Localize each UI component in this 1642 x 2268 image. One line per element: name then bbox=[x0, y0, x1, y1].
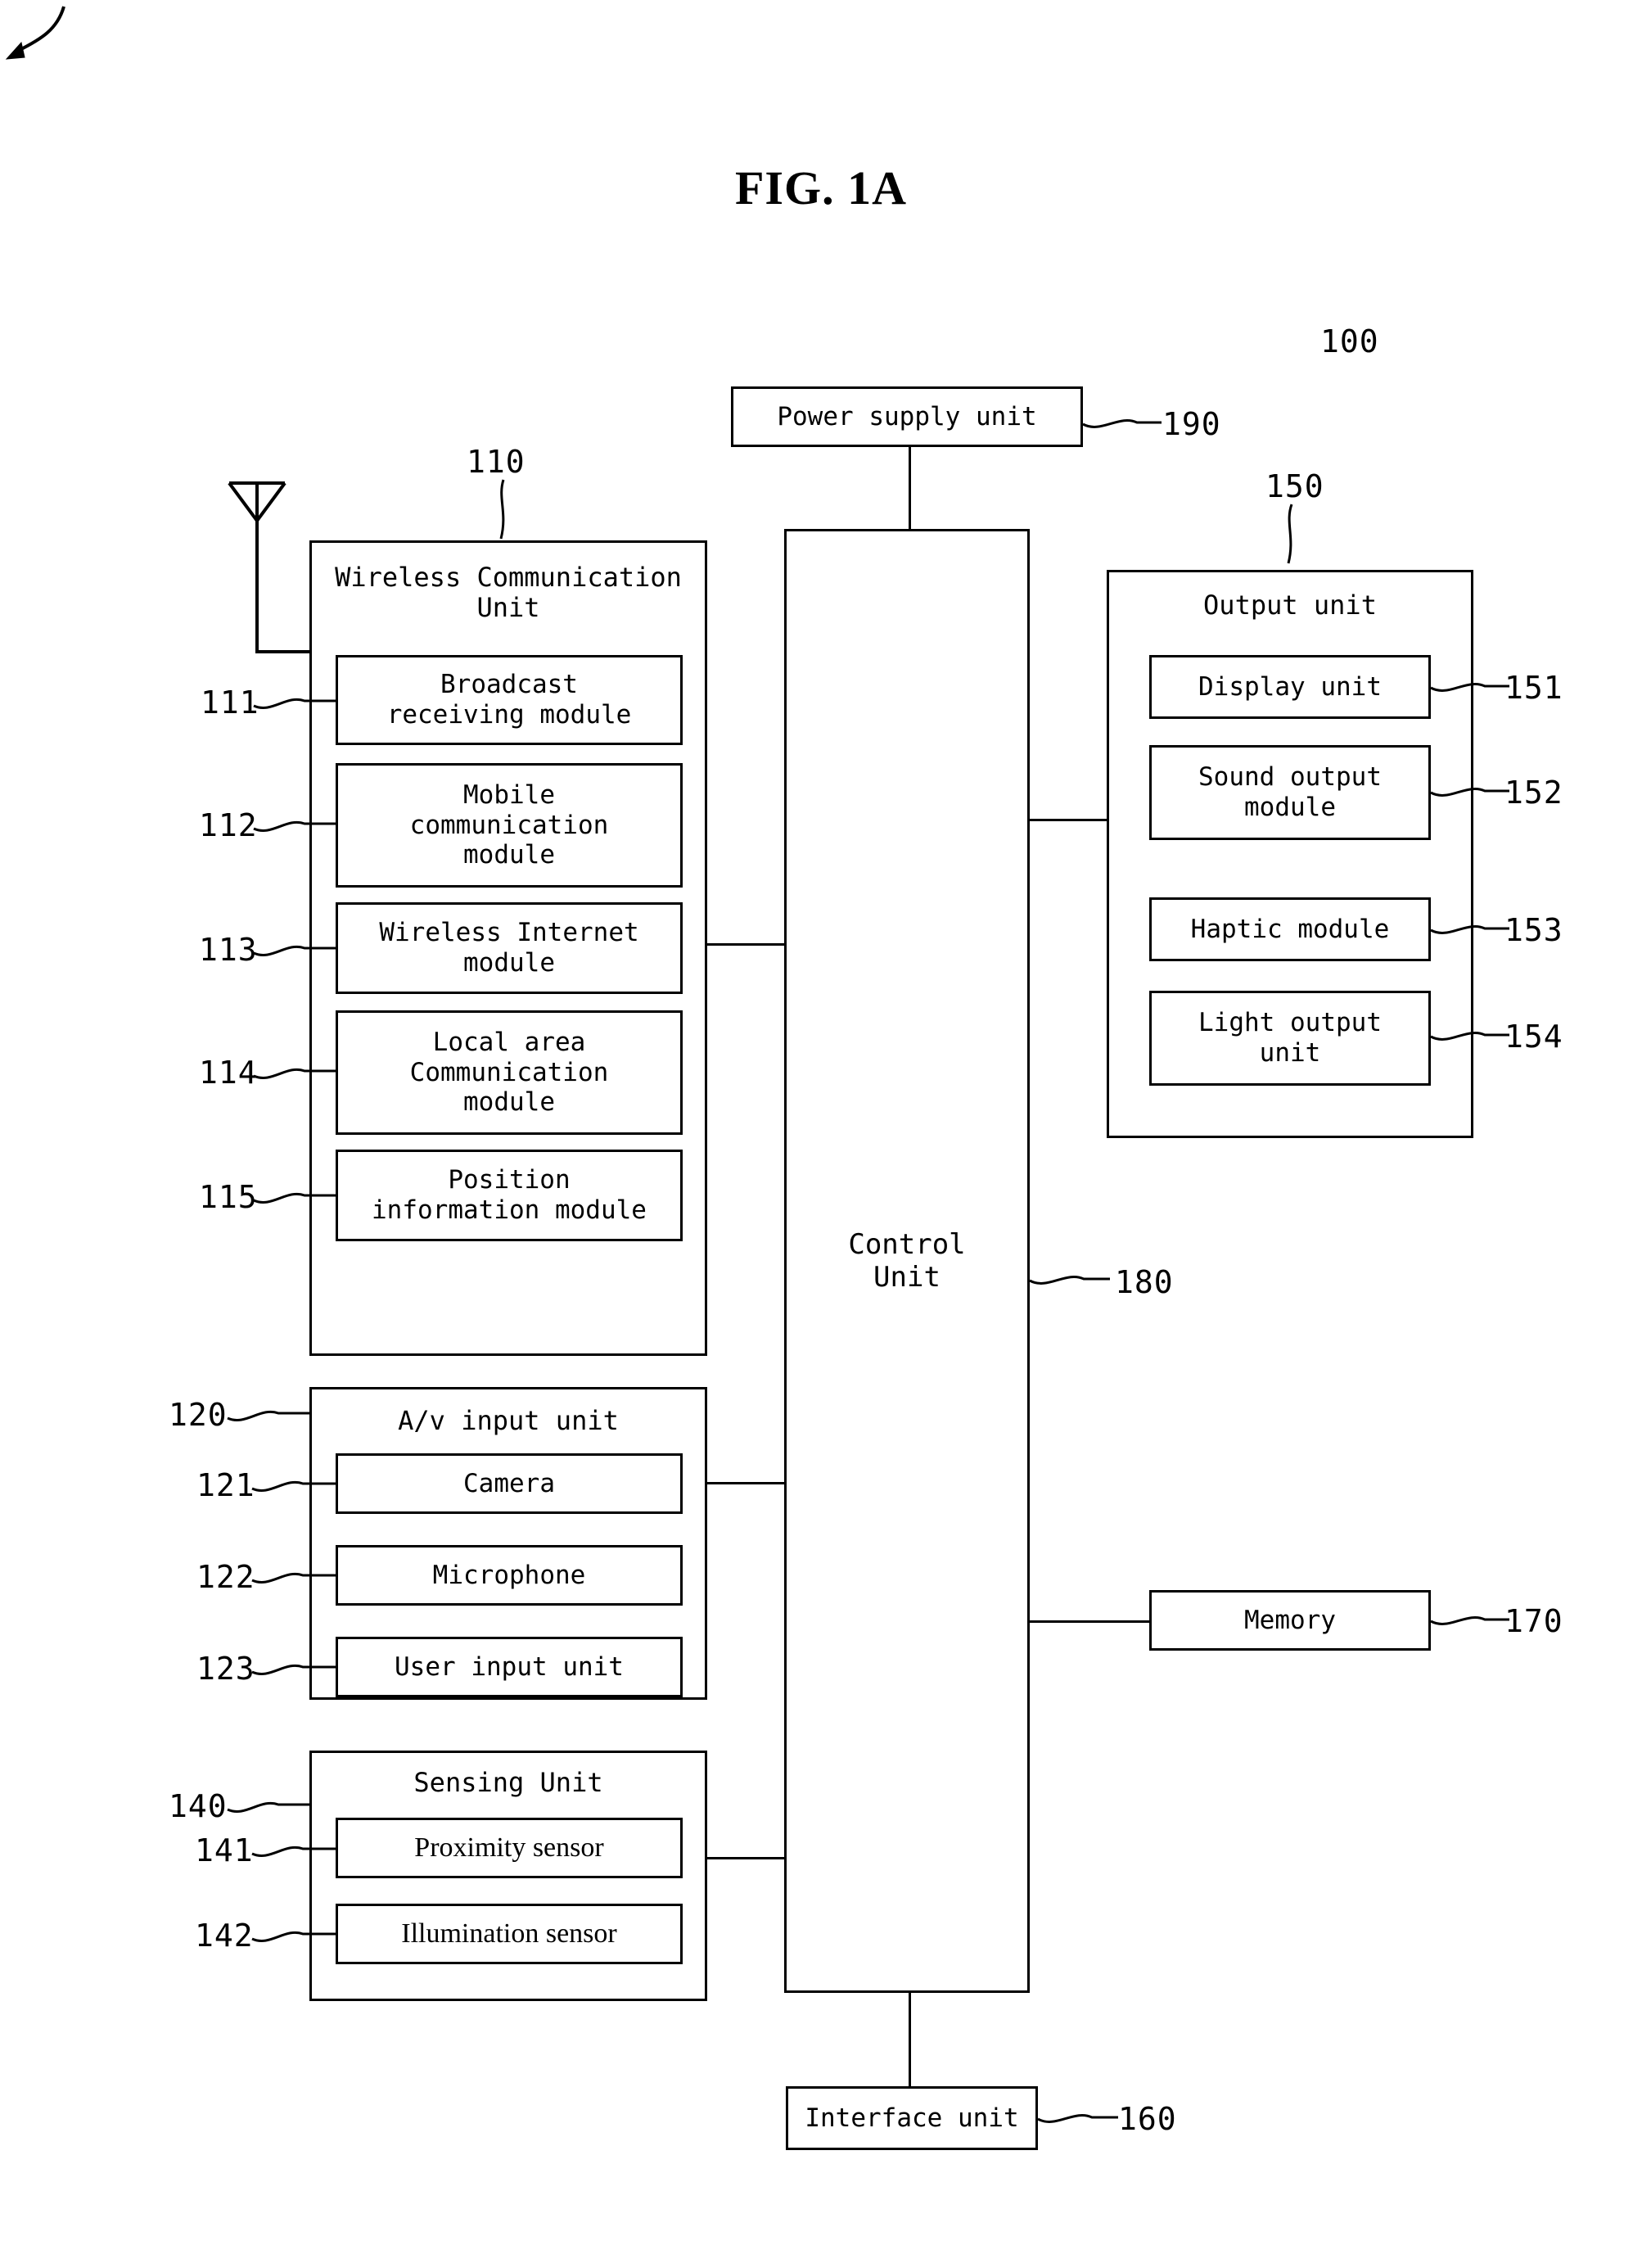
leader-112 bbox=[253, 820, 336, 832]
ref-label-180: 180 bbox=[1115, 1264, 1174, 1300]
ref-label-152: 152 bbox=[1504, 775, 1563, 811]
position-information-module-label: Position information module bbox=[372, 1165, 647, 1225]
ref-label-160: 160 bbox=[1118, 2101, 1177, 2137]
page-title: FIG. 1A bbox=[735, 161, 907, 215]
local-area-communication-module-box[interactable]: Local area Communication module bbox=[336, 1010, 683, 1135]
broadcast-receiving-module-box[interactable]: Broadcast receiving module bbox=[336, 655, 683, 745]
user-input-unit-box[interactable]: User input unit bbox=[336, 1637, 683, 1697]
leader-150 bbox=[1287, 504, 1293, 564]
leader-140 bbox=[227, 1801, 309, 1813]
leader-123 bbox=[251, 1664, 336, 1675]
leader-120 bbox=[227, 1410, 309, 1421]
proximity-sensor-label: Proximity sensor bbox=[414, 1832, 604, 1863]
camera-label: Camera bbox=[463, 1468, 555, 1498]
ref-label-110: 110 bbox=[467, 444, 526, 480]
connector-wireless-to-control bbox=[707, 943, 785, 946]
camera-box[interactable]: Camera bbox=[336, 1453, 683, 1514]
illumination-sensor-label: Illumination sensor bbox=[401, 1918, 617, 1949]
leader-142 bbox=[251, 1931, 336, 1942]
interface-unit-label: Interface unit bbox=[805, 2103, 1019, 2133]
system-arrow-icon bbox=[5, 6, 65, 60]
leader-113 bbox=[253, 945, 336, 956]
power-supply-unit-label: Power supply unit bbox=[777, 401, 1037, 431]
leader-114 bbox=[253, 1068, 336, 1079]
ref-label-170: 170 bbox=[1504, 1603, 1563, 1639]
light-output-unit-box[interactable]: Light output unit bbox=[1149, 991, 1431, 1086]
connector-control-to-interface bbox=[909, 1993, 911, 2086]
connector-control-to-memory bbox=[1030, 1620, 1150, 1623]
ref-label-120: 120 bbox=[169, 1397, 228, 1433]
display-unit-box[interactable]: Display unit bbox=[1149, 655, 1431, 719]
leader-111 bbox=[253, 698, 336, 709]
ref-label-112: 112 bbox=[199, 807, 258, 843]
av-input-unit-label: A/v input unit bbox=[398, 1405, 619, 1436]
sound-output-module-label: Sound output module bbox=[1198, 762, 1382, 822]
proximity-sensor-box[interactable]: Proximity sensor bbox=[336, 1818, 683, 1878]
ref-label-150: 150 bbox=[1265, 468, 1324, 504]
leader-141 bbox=[251, 1846, 336, 1857]
connector-control-to-output bbox=[1030, 819, 1107, 821]
local-area-communication-module-label: Local area Communication module bbox=[409, 1028, 609, 1118]
sensing-unit-label: Sensing Unit bbox=[413, 1767, 603, 1798]
antenna-icon bbox=[228, 481, 334, 653]
haptic-module-label: Haptic module bbox=[1190, 914, 1390, 944]
ref-label-111: 111 bbox=[201, 684, 259, 721]
connector-power-to-control bbox=[909, 447, 911, 529]
ref-label-114: 114 bbox=[199, 1055, 258, 1091]
display-unit-label: Display unit bbox=[1198, 671, 1382, 702]
output-unit-label: Output unit bbox=[1203, 590, 1377, 621]
ref-label-121: 121 bbox=[196, 1467, 255, 1503]
leader-110 bbox=[499, 479, 505, 540]
light-output-unit-label: Light output unit bbox=[1198, 1008, 1382, 1068]
connector-avinput-to-control bbox=[707, 1482, 785, 1484]
ref-label-190: 190 bbox=[1162, 406, 1221, 442]
memory-label: Memory bbox=[1244, 1605, 1336, 1635]
ref-label-122: 122 bbox=[196, 1559, 255, 1595]
figure-canvas: FIG. 1A 100 Power supply unit 190 110 Wi… bbox=[0, 0, 1642, 2268]
microphone-box[interactable]: Microphone bbox=[336, 1545, 683, 1606]
leader-122 bbox=[251, 1572, 336, 1584]
control-unit-label: Control Unit bbox=[848, 1227, 966, 1294]
ref-label-140: 140 bbox=[169, 1788, 228, 1824]
wireless-communication-unit-label: Wireless Communication Unit bbox=[335, 562, 682, 624]
mobile-communication-module-label: Mobile communication module bbox=[409, 780, 609, 870]
power-supply-unit-box[interactable]: Power supply unit bbox=[731, 386, 1083, 447]
illumination-sensor-box[interactable]: Illumination sensor bbox=[336, 1904, 683, 1964]
control-unit-box[interactable]: Control Unit bbox=[784, 529, 1030, 1993]
ref-label-113: 113 bbox=[199, 932, 258, 968]
leader-115 bbox=[253, 1192, 336, 1204]
ref-label-151: 151 bbox=[1504, 670, 1563, 706]
ref-label-141: 141 bbox=[195, 1832, 254, 1868]
interface-unit-box[interactable]: Interface unit bbox=[786, 2086, 1038, 2150]
mobile-communication-module-box[interactable]: Mobile communication module bbox=[336, 763, 683, 888]
wireless-internet-module-box[interactable]: Wireless Internet module bbox=[336, 902, 683, 994]
sound-output-module-box[interactable]: Sound output module bbox=[1149, 745, 1431, 840]
haptic-module-box[interactable]: Haptic module bbox=[1149, 897, 1431, 961]
position-information-module-box[interactable]: Position information module bbox=[336, 1150, 683, 1241]
memory-box[interactable]: Memory bbox=[1149, 1590, 1431, 1651]
ref-label-154: 154 bbox=[1504, 1019, 1563, 1055]
connector-sensing-to-control bbox=[707, 1857, 785, 1859]
ref-label-153: 153 bbox=[1504, 912, 1563, 948]
leader-121 bbox=[251, 1480, 336, 1492]
ref-label-115: 115 bbox=[199, 1179, 258, 1215]
broadcast-receiving-module-label: Broadcast receiving module bbox=[386, 670, 632, 730]
user-input-unit-label: User input unit bbox=[395, 1651, 624, 1682]
ref-label-142: 142 bbox=[195, 1918, 254, 1954]
microphone-label: Microphone bbox=[432, 1560, 586, 1590]
wireless-internet-module-label: Wireless Internet module bbox=[379, 918, 639, 978]
ref-label-123: 123 bbox=[196, 1651, 255, 1687]
ref-label-100: 100 bbox=[1320, 323, 1379, 359]
